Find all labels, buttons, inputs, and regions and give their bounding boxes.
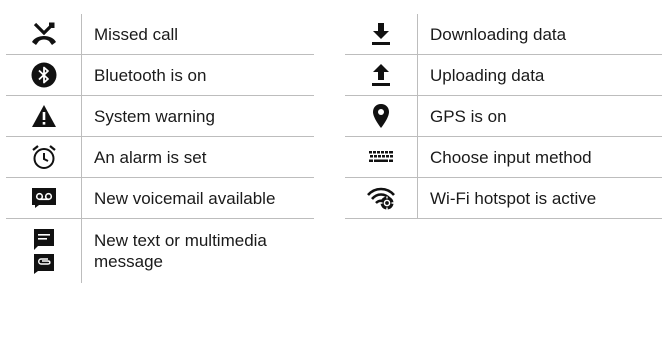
table-row: New text or multimedia message bbox=[6, 219, 314, 283]
row-label: GPS is on bbox=[430, 106, 507, 126]
left-icon-table: Missed call Bluetooth is on System warni… bbox=[6, 14, 314, 283]
row-label: Wi-Fi hotspot is active bbox=[430, 188, 597, 208]
row-label: Downloading data bbox=[430, 24, 567, 44]
table-row: An alarm is set bbox=[6, 137, 314, 178]
row-label: New text or multimedia message bbox=[94, 231, 267, 271]
table-row: Missed call bbox=[6, 14, 314, 55]
row-label: An alarm is set bbox=[94, 147, 207, 167]
location-pin-icon bbox=[345, 96, 418, 136]
bluetooth-icon bbox=[6, 55, 82, 95]
table-row: Bluetooth is on bbox=[6, 55, 314, 96]
table-row: Uploading data bbox=[345, 55, 662, 96]
table-row: New voicemail available bbox=[6, 178, 314, 219]
download-icon bbox=[345, 14, 418, 54]
table-row: Wi-Fi hotspot is active bbox=[345, 178, 662, 219]
keyboard-icon bbox=[345, 137, 418, 177]
table-row: Downloading data bbox=[345, 14, 662, 55]
row-label: Bluetooth is on bbox=[94, 65, 207, 85]
table-row: System warning bbox=[6, 96, 314, 137]
missed-call-icon bbox=[6, 14, 82, 54]
message-icon bbox=[6, 219, 82, 283]
alarm-clock-icon bbox=[6, 137, 82, 177]
row-label: Choose input method bbox=[430, 147, 592, 167]
row-label: Uploading data bbox=[430, 65, 545, 85]
table-row: GPS is on bbox=[345, 96, 662, 137]
table-row: Choose input method bbox=[345, 137, 662, 178]
row-label: New voicemail available bbox=[94, 188, 276, 208]
row-label: Missed call bbox=[94, 24, 179, 44]
right-icon-table: Downloading data Uploading data GPS is o… bbox=[345, 14, 662, 219]
voicemail-icon bbox=[6, 178, 82, 218]
upload-icon bbox=[345, 55, 418, 95]
wifi-hotspot-icon bbox=[345, 178, 418, 218]
warning-icon bbox=[6, 96, 82, 136]
row-label: System warning bbox=[94, 106, 215, 126]
